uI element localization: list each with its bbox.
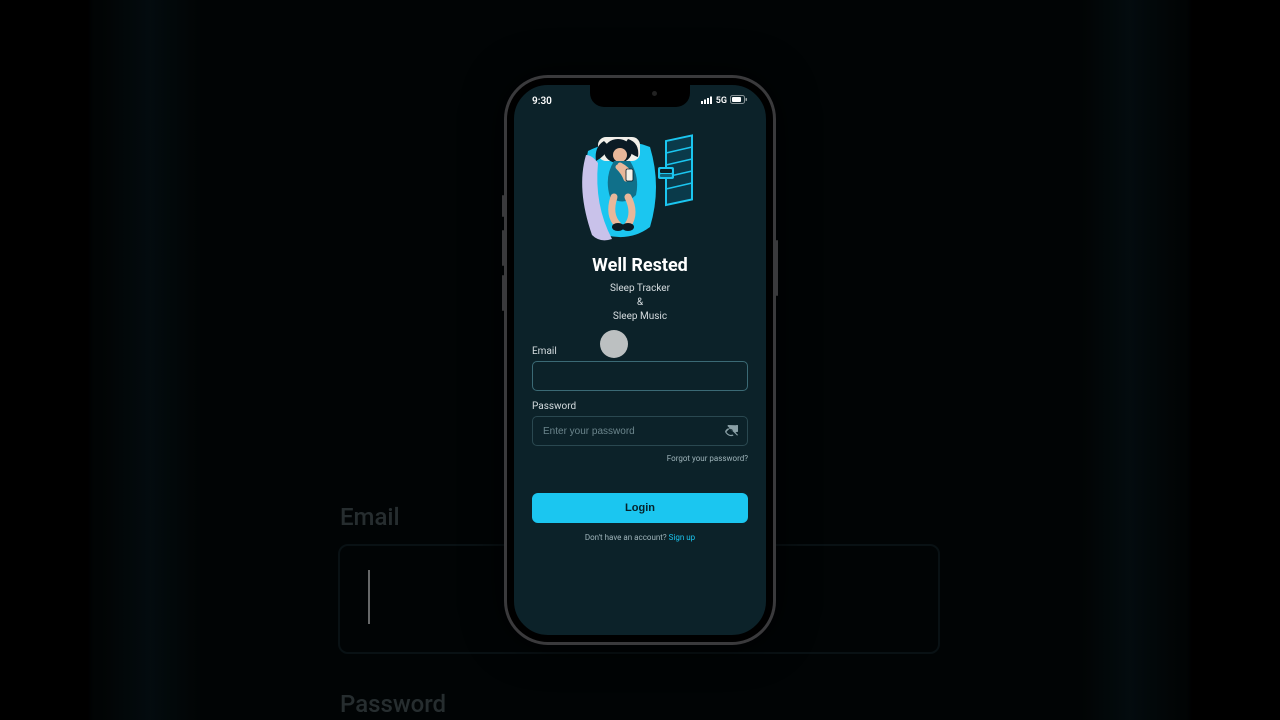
phone-volume-up bbox=[502, 230, 504, 266]
toggle-password-visibility-icon[interactable] bbox=[724, 424, 738, 438]
status-time: 9:30 bbox=[532, 96, 552, 107]
signup-prompt: Don't have an account? Sign up bbox=[532, 533, 748, 542]
app-subtitle-1: Sleep Tracker bbox=[532, 282, 748, 296]
email-input[interactable] bbox=[532, 361, 748, 391]
sleeping-illustration bbox=[570, 127, 710, 247]
app-subtitle-2: Sleep Music bbox=[532, 310, 748, 324]
signal-icon bbox=[701, 96, 713, 107]
signup-prompt-text: Don't have an account? bbox=[585, 533, 669, 542]
password-label: Password bbox=[532, 401, 748, 412]
phone-power-button bbox=[776, 240, 778, 296]
phone-device-frame: 9:30 5G bbox=[504, 75, 776, 645]
login-screen: Well Rested Sleep Tracker & Sleep Music … bbox=[514, 117, 766, 635]
battery-icon bbox=[730, 95, 748, 107]
background-password-label: Password bbox=[340, 690, 446, 718]
login-form: Email Password Forgot your password? Log… bbox=[532, 346, 748, 542]
app-title: Well Rested bbox=[532, 255, 748, 276]
app-subtitle-amp: & bbox=[532, 296, 748, 310]
signup-link[interactable]: Sign up bbox=[669, 533, 696, 542]
phone-mute-switch bbox=[502, 195, 504, 217]
login-button[interactable]: Login bbox=[532, 493, 748, 523]
email-label: Email bbox=[532, 346, 748, 357]
background-email-label: Email bbox=[340, 503, 400, 531]
phone-notch bbox=[590, 85, 690, 107]
background-text-cursor bbox=[368, 570, 370, 624]
phone-screen: 9:30 5G bbox=[507, 78, 773, 642]
status-network: 5G bbox=[716, 96, 727, 106]
password-input[interactable] bbox=[532, 416, 748, 446]
phone-volume-down bbox=[502, 275, 504, 311]
